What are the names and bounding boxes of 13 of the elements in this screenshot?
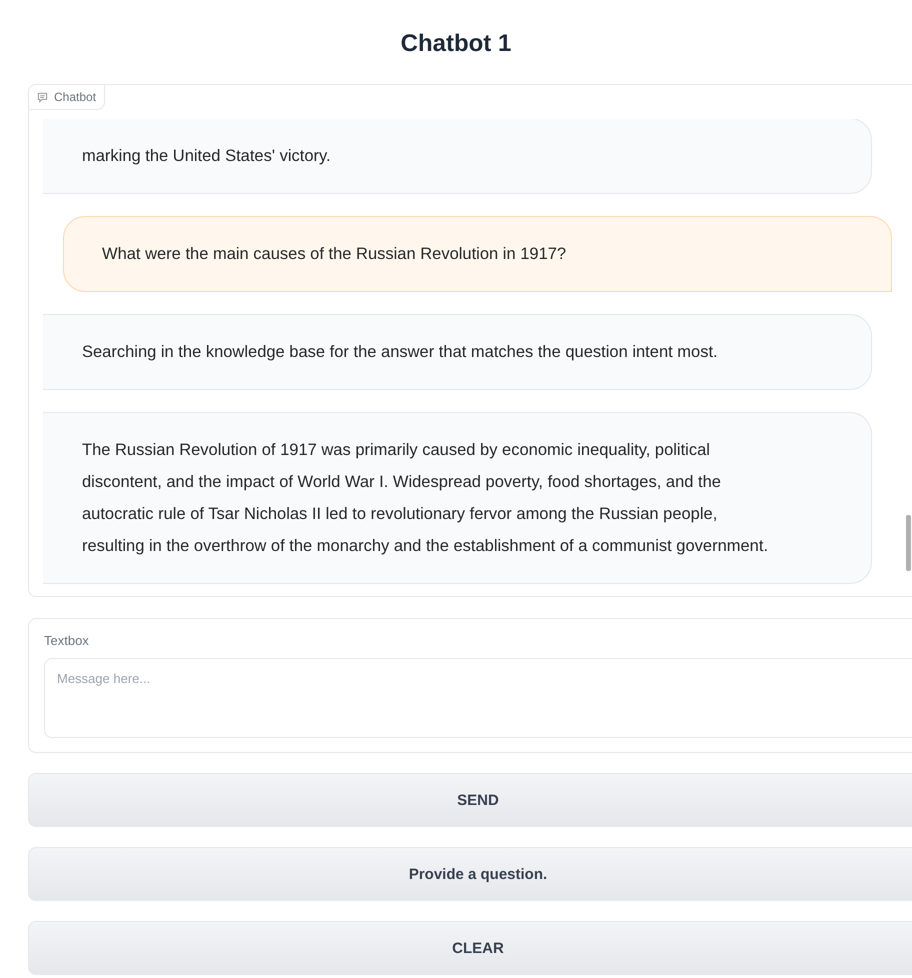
- action-button[interactable]: SEND: [28, 773, 912, 827]
- message-input[interactable]: Message here...: [44, 658, 912, 738]
- chatbot-label: Chatbot: [29, 85, 106, 110]
- bot-message: marking the United States' victory.: [43, 119, 872, 194]
- scrollbar[interactable]: [906, 515, 911, 571]
- action-button[interactable]: CLEAR: [28, 921, 912, 975]
- textbox-label: Textbox: [44, 633, 90, 648]
- page-title: Chatbot 1: [400, 29, 512, 59]
- action-button[interactable]: Provide a question.: [28, 847, 912, 901]
- chat-icon: [37, 92, 48, 102]
- user-message: What were the main causes of the Russian Revolution in 1917?: [63, 216, 892, 292]
- bot-message: Searching in the knowledge base for the answer that matches the question intent most.: [43, 314, 872, 390]
- bot-message: The Russian Revolution of 1917 was primarily caused by economic inequality, political discontent, and the impact of World War I. Widespread poverty, food shortages, and the autocratic rule of Tsar Nicholas II led to revolutionary fervor among the Russian people, resulting in the overthrow of the monarchy and the establishment of a communist government.: [43, 412, 872, 584]
